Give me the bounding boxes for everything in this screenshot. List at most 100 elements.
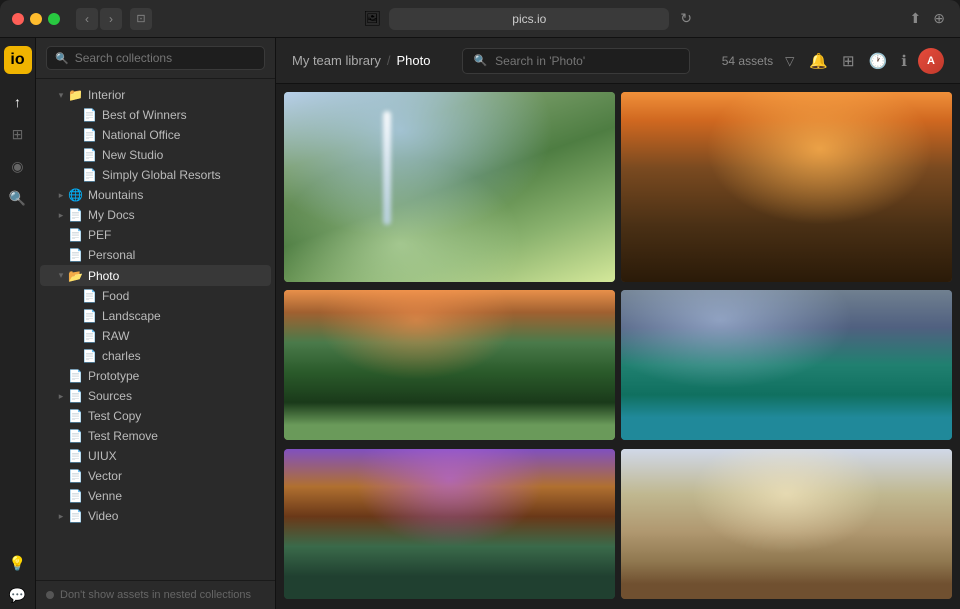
folder-open-icon: 📂: [68, 269, 83, 283]
sidebar: 🔍 ▾ 📁 Interior 📄 Best of Winners 📄 Natio…: [36, 38, 276, 609]
topbar-search-box[interactable]: 🔍: [462, 48, 689, 74]
sidebar-item-new-studio[interactable]: 📄 New Studio: [40, 145, 271, 165]
sidebar-item-mountains[interactable]: ▸ 🌐 Mountains: [40, 185, 271, 205]
sidebar-item-label: My Docs: [88, 208, 271, 222]
sidebar-header: 🔍: [36, 38, 275, 79]
sidebar-item-pef[interactable]: 📄 PEF: [40, 225, 271, 245]
sidebar-item-label: Video: [88, 509, 271, 523]
photo-purple-mountain[interactable]: [284, 449, 615, 599]
sidebar-item-label: Interior: [88, 88, 271, 102]
more-action-btn[interactable]: ⋯: [250, 268, 267, 283]
app-layout: io ↑ ⊞ ◉ 🔍 💡 💬 🔍 ▾ 📁 Interior 📄: [0, 38, 960, 609]
sidebar-item-uiux[interactable]: 📄 UIUX: [40, 446, 271, 466]
photo-sunset-road[interactable]: [621, 92, 952, 282]
sidebar-item-label: Prototype: [88, 369, 271, 383]
collections-search-input[interactable]: [75, 51, 256, 65]
search-icon-btn[interactable]: 🔍: [4, 184, 32, 212]
chevron-right-icon: ▸: [54, 190, 68, 201]
sidebar-item-raw[interactable]: 📄 RAW: [40, 326, 271, 346]
breadcrumb-separator: /: [387, 53, 391, 68]
stats-icon-btn[interactable]: ◉: [4, 152, 32, 180]
grid-view-btn[interactable]: ⊞: [839, 49, 858, 73]
sidebar-item-photo[interactable]: ▾ 📂 Photo ↑ ⊕ ⋯: [40, 265, 271, 286]
sidebar-item-best-of-winners[interactable]: 📄 Best of Winners: [40, 105, 271, 125]
sidebar-item-label: Test Copy: [88, 409, 271, 423]
sidebar-item-food[interactable]: 📄 Food: [40, 286, 271, 306]
search-icon: 🔍: [473, 54, 487, 67]
back-button[interactable]: ‹: [76, 8, 98, 30]
sidebar-item-simply-global[interactable]: 📄 Simply Global Resorts: [40, 165, 271, 185]
sidebar-item-label: Test Remove: [88, 429, 271, 443]
address-bar[interactable]: [389, 8, 669, 30]
folder-icon: 📄: [82, 309, 97, 323]
collections-search-box[interactable]: 🔍: [46, 46, 265, 70]
sidebar-item-label: Landscape: [102, 309, 271, 323]
photo-search-input[interactable]: [495, 54, 679, 68]
photo-waterfall[interactable]: [284, 92, 615, 282]
sidebar-item-interior[interactable]: ▾ 📁 Interior: [40, 85, 271, 105]
user-avatar[interactable]: A: [918, 48, 944, 74]
breadcrumb-parent[interactable]: My team library: [292, 53, 381, 68]
sidebar-item-prototype[interactable]: 📄 Prototype: [40, 366, 271, 386]
upload-action-btn[interactable]: ↑: [219, 268, 231, 283]
close-button[interactable]: [12, 13, 24, 25]
window-layout-button[interactable]: ⊡: [130, 8, 152, 30]
sidebar-item-national-office[interactable]: 📄 National Office: [40, 125, 271, 145]
sidebar-item-vector[interactable]: 📄 Vector: [40, 466, 271, 486]
chat-icon-btn[interactable]: 💬: [4, 581, 32, 609]
main-content: My team library / Photo 🔍 54 assets ▽ 🔔 …: [276, 38, 960, 609]
photo-grid: [276, 84, 960, 609]
history-btn[interactable]: 🕐: [866, 49, 891, 73]
add-action-btn[interactable]: ⊕: [233, 268, 248, 283]
sidebar-item-label: Venne: [88, 489, 271, 503]
minimize-button[interactable]: [30, 13, 42, 25]
titlebar: ‹ › ⊡ 🖼 ↻ ⬆ ⊕: [0, 0, 960, 38]
sidebar-item-test-remove[interactable]: 📄 Test Remove: [40, 426, 271, 446]
sidebar-item-my-docs[interactable]: ▸ 📄 My Docs: [40, 205, 271, 225]
folder-icon: 📄: [82, 148, 97, 162]
folder-icon: 📄: [68, 449, 83, 463]
globe-icon: 🌐: [68, 188, 83, 202]
footer-dot-icon: [46, 591, 54, 599]
icon-bar: io ↑ ⊞ ◉ 🔍 💡 💬: [0, 38, 36, 609]
sidebar-item-label: charles: [102, 349, 271, 363]
forward-button[interactable]: ›: [100, 8, 122, 30]
breadcrumb: My team library / Photo: [292, 53, 430, 68]
titlebar-right: ⬆ ⊕: [907, 7, 948, 30]
upload-icon-btn[interactable]: ↑: [4, 88, 32, 116]
sidebar-item-sources[interactable]: ▸ 📄 Sources: [40, 386, 271, 406]
sidebar-item-label: Vector: [88, 469, 271, 483]
sidebar-item-label: UIUX: [88, 449, 271, 463]
tab-button[interactable]: ⊕: [930, 7, 948, 30]
filter-icon[interactable]: ▽: [785, 54, 794, 68]
sidebar-item-label: Best of Winners: [102, 108, 271, 122]
sidebar-item-test-copy[interactable]: 📄 Test Copy: [40, 406, 271, 426]
share-button[interactable]: ⬆: [907, 7, 925, 30]
app-logo[interactable]: io: [4, 46, 32, 74]
sidebar-item-charles[interactable]: 📄 charles: [40, 346, 271, 366]
maximize-button[interactable]: [48, 13, 60, 25]
sidebar-item-personal[interactable]: 📄 Personal: [40, 245, 271, 265]
folder-icon: 📄: [82, 128, 97, 142]
hint-icon-btn[interactable]: 💡: [4, 549, 32, 577]
favicon-icon: 🖼: [364, 10, 382, 27]
sidebar-item-video[interactable]: ▸ 📄 Video: [40, 506, 271, 526]
sidebar-item-label: RAW: [102, 329, 271, 343]
bell-icon-btn[interactable]: 🔔: [806, 49, 831, 73]
folder-icon: 📄: [68, 409, 83, 423]
titlebar-left: ‹ › ⊡: [12, 8, 152, 30]
sidebar-item-label: New Studio: [102, 148, 271, 162]
sidebar-item-label: Food: [102, 289, 271, 303]
sidebar-item-venne[interactable]: 📄 Venne: [40, 486, 271, 506]
grid-icon-btn[interactable]: ⊞: [4, 120, 32, 148]
photo-lake-boat[interactable]: [621, 290, 952, 440]
sidebar-item-label: PEF: [88, 228, 271, 242]
topbar-actions: 🔔 ⊞ 🕐 ℹ A: [806, 48, 944, 74]
nav-arrows: ‹ ›: [76, 8, 122, 30]
photo-snowy-mountain[interactable]: [621, 449, 952, 599]
sidebar-item-landscape[interactable]: 📄 Landscape: [40, 306, 271, 326]
reload-button[interactable]: ↻: [677, 7, 695, 30]
info-btn[interactable]: ℹ: [898, 49, 910, 73]
folder-icon: 📄: [82, 168, 97, 182]
photo-forest-river[interactable]: [284, 290, 615, 440]
